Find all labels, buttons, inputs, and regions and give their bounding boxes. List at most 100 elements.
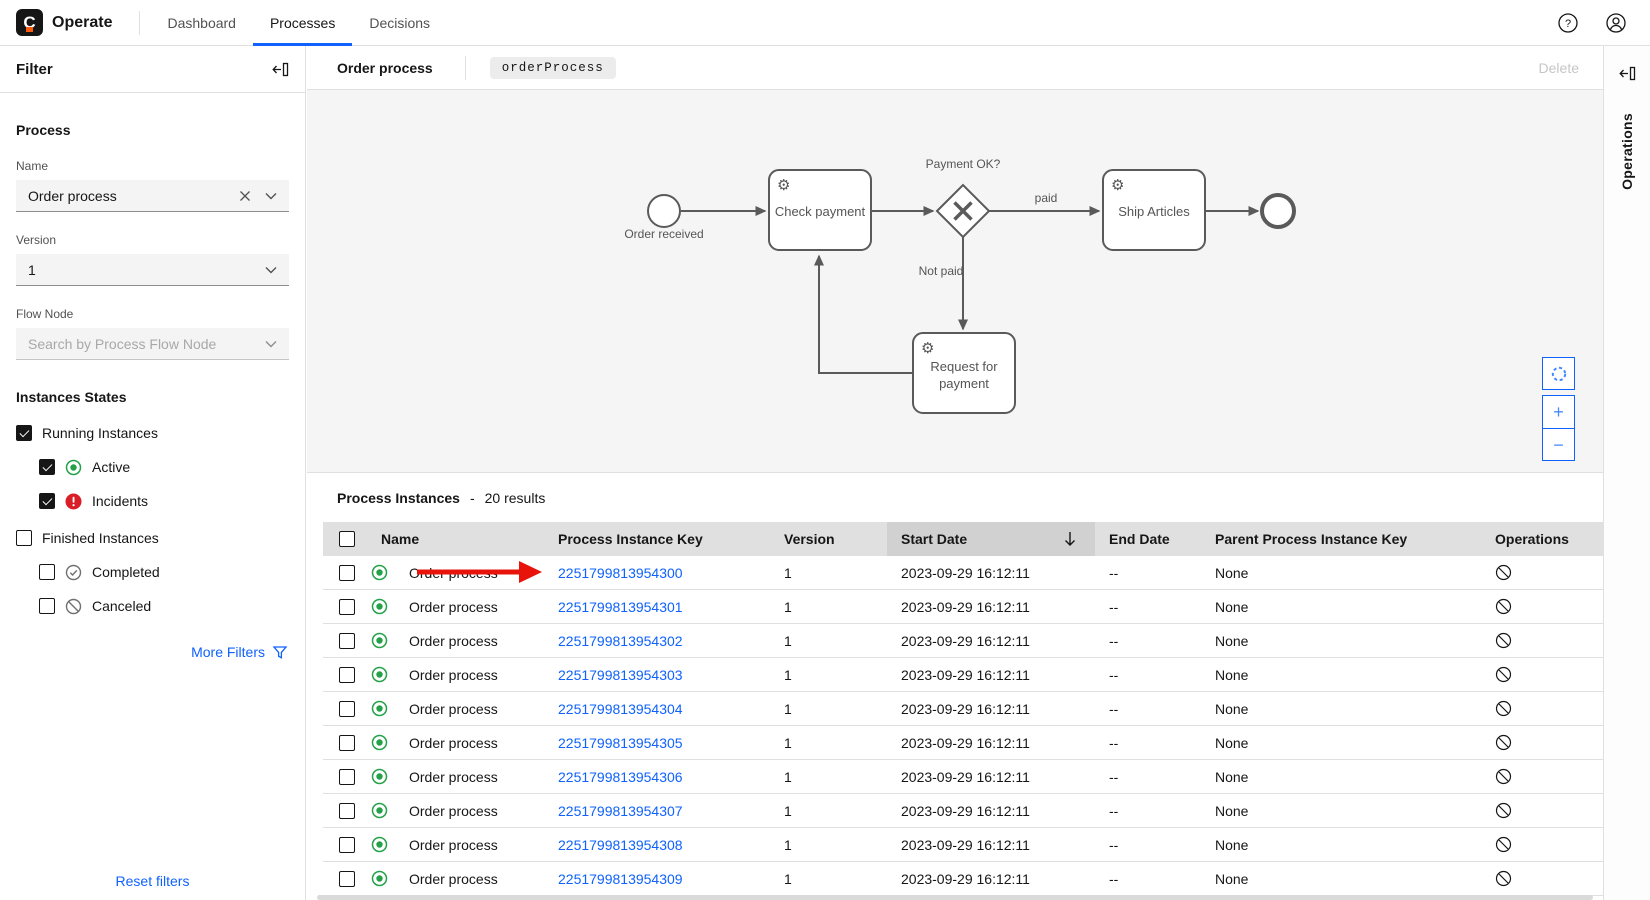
process-instance-key-link[interactable]: 2251799813954306 xyxy=(558,769,683,785)
tab-dashboard[interactable]: Dashboard xyxy=(150,0,253,46)
instance-start-date: 2023-09-29 16:12:11 xyxy=(887,837,1095,853)
row-checkbox[interactable] xyxy=(339,735,355,751)
select-all-checkbox[interactable] xyxy=(339,531,355,547)
completed-checkbox[interactable] xyxy=(39,564,55,580)
table-row[interactable]: Order process 2251799813954303 1 2023-09… xyxy=(323,658,1603,692)
cancel-operation-icon[interactable] xyxy=(1495,734,1512,751)
canceled-checkbox[interactable] xyxy=(39,598,55,614)
instance-parent-key: None xyxy=(1201,633,1481,649)
column-header-process-instance-key[interactable]: Process Instance Key xyxy=(544,522,770,556)
row-checkbox[interactable] xyxy=(339,837,355,853)
cancel-operation-icon[interactable] xyxy=(1495,802,1512,819)
process-instance-key-link[interactable]: 2251799813954308 xyxy=(558,837,683,853)
horizontal-scrollbar[interactable] xyxy=(317,895,1593,900)
chevron-down-icon[interactable] xyxy=(265,192,277,200)
table-row[interactable]: Order process 2251799813954307 1 2023-09… xyxy=(323,794,1603,828)
cancel-operation-icon[interactable] xyxy=(1495,598,1512,615)
instance-version: 1 xyxy=(770,803,887,819)
finished-instances-checkbox[interactable] xyxy=(16,530,32,546)
process-name-select[interactable]: Order process xyxy=(16,180,289,212)
active-instance-icon xyxy=(371,700,388,717)
column-header-operations: Operations xyxy=(1481,522,1603,556)
active-instance-icon xyxy=(371,802,388,819)
cancel-operation-icon[interactable] xyxy=(1495,870,1512,887)
instance-start-date: 2023-09-29 16:12:11 xyxy=(887,769,1095,785)
cancel-operation-icon[interactable] xyxy=(1495,768,1512,785)
table-row[interactable]: Order process 2251799813954306 1 2023-09… xyxy=(323,760,1603,794)
instance-name: Order process xyxy=(409,871,498,887)
diagram-zoom-in-button[interactable]: + xyxy=(1542,395,1575,428)
cancel-operation-icon[interactable] xyxy=(1495,632,1512,649)
process-instance-key-link[interactable]: 2251799813954309 xyxy=(558,871,683,887)
collapse-panel-button[interactable] xyxy=(272,61,289,78)
process-instance-key-link[interactable]: 2251799813954305 xyxy=(558,735,683,751)
cancel-operation-icon[interactable] xyxy=(1495,700,1512,717)
row-checkbox[interactable] xyxy=(339,599,355,615)
process-instance-key-link[interactable]: 2251799813954303 xyxy=(558,667,683,683)
finished-instances-label: Finished Instances xyxy=(42,530,159,546)
column-header-name[interactable]: Name xyxy=(367,522,544,556)
row-checkbox[interactable] xyxy=(339,633,355,649)
column-header-start-date[interactable]: Start Date xyxy=(887,522,1095,556)
process-instance-key-link[interactable]: 2251799813954304 xyxy=(558,701,683,717)
column-header-version[interactable]: Version xyxy=(770,522,887,556)
help-button[interactable]: ? xyxy=(1556,11,1580,35)
instance-start-date: 2023-09-29 16:12:11 xyxy=(887,667,1095,683)
column-header-end-date[interactable]: End Date xyxy=(1095,522,1201,556)
table-row[interactable]: Order process 2251799813954309 1 2023-09… xyxy=(323,862,1603,896)
diagram-zoom-out-button[interactable]: − xyxy=(1542,428,1575,461)
row-checkbox[interactable] xyxy=(339,667,355,683)
more-filters-button[interactable]: More Filters xyxy=(16,644,289,660)
tab-processes[interactable]: Processes xyxy=(253,0,352,46)
instance-name: Order process xyxy=(409,599,498,615)
filter-running-instances: Running Instances xyxy=(16,423,289,443)
row-checkbox[interactable] xyxy=(339,871,355,887)
running-instances-checkbox[interactable] xyxy=(16,425,32,441)
row-checkbox[interactable] xyxy=(339,769,355,785)
process-instance-key-link[interactable]: 2251799813954302 xyxy=(558,633,683,649)
incidents-checkbox[interactable] xyxy=(39,493,55,509)
chevron-down-icon[interactable] xyxy=(265,266,277,274)
active-instance-icon xyxy=(371,598,388,615)
process-instance-key-link[interactable]: 2251799813954300 xyxy=(558,565,683,581)
table-row[interactable]: Order process 2251799813954308 1 2023-09… xyxy=(323,828,1603,862)
version-select[interactable]: 1 xyxy=(16,254,289,286)
table-header-row: Name Process Instance Key Version Start … xyxy=(323,522,1603,556)
user-menu-button[interactable] xyxy=(1604,11,1628,35)
process-instance-key-link[interactable]: 2251799813954307 xyxy=(558,803,683,819)
collapse-left-panel-icon xyxy=(272,61,289,78)
column-header-parent-key[interactable]: Parent Process Instance Key xyxy=(1201,522,1481,556)
end-event[interactable] xyxy=(1262,195,1294,227)
table-row[interactable]: Order process 2251799813954302 1 2023-09… xyxy=(323,624,1603,658)
row-checkbox[interactable] xyxy=(339,565,355,581)
delete-button[interactable]: Delete xyxy=(1539,60,1579,76)
table-row[interactable]: Order process 2251799813954301 1 2023-09… xyxy=(323,590,1603,624)
reset-filters-button[interactable]: Reset filters xyxy=(0,873,305,889)
table-row[interactable]: Order process 2251799813954300 1 2023-09… xyxy=(323,556,1603,590)
filter-incidents: Incidents xyxy=(39,491,289,511)
diagram-reset-zoom-button[interactable] xyxy=(1542,357,1575,390)
expand-operations-button[interactable] xyxy=(1615,61,1639,85)
process-title: Order process xyxy=(337,60,433,76)
active-checkbox[interactable] xyxy=(39,459,55,475)
instance-name: Order process xyxy=(409,769,498,785)
cancel-operation-icon[interactable] xyxy=(1495,836,1512,853)
tab-decisions[interactable]: Decisions xyxy=(352,0,447,46)
flow-node-select[interactable]: Search by Process Flow Node xyxy=(16,328,289,360)
process-panel-header: Order process orderProcess Delete xyxy=(307,46,1603,90)
table-row[interactable]: Order process 2251799813954304 1 2023-09… xyxy=(323,692,1603,726)
row-checkbox[interactable] xyxy=(339,701,355,717)
clear-selection-icon[interactable] xyxy=(239,190,251,202)
nav-tabs: Dashboard Processes Decisions xyxy=(150,0,447,46)
instance-end-date: -- xyxy=(1095,871,1201,887)
table-row[interactable]: Order process 2251799813954305 1 2023-09… xyxy=(323,726,1603,760)
cancel-operation-icon[interactable] xyxy=(1495,666,1512,683)
row-checkbox[interactable] xyxy=(339,803,355,819)
more-filters-label: More Filters xyxy=(191,644,265,660)
bpmn-diagram-canvas[interactable]: Order received ⚙ Check payment Payment O… xyxy=(307,90,1603,472)
process-instance-key-link[interactable]: 2251799813954301 xyxy=(558,599,683,615)
cancel-operation-icon[interactable] xyxy=(1495,564,1512,581)
camunda-logo-icon[interactable]: C xyxy=(16,9,43,36)
active-instance-icon xyxy=(371,564,388,581)
start-event-order-received[interactable] xyxy=(648,195,680,227)
